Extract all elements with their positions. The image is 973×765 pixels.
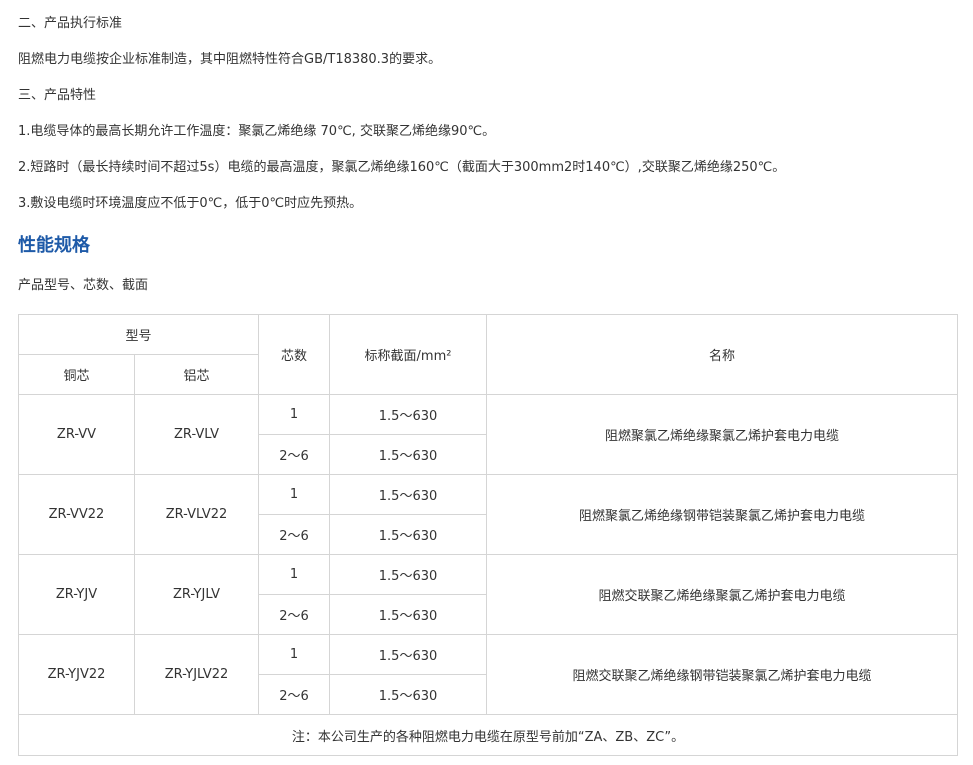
cores-cell: 2～6 [258, 674, 331, 715]
section-cell: 1.5～630 [329, 634, 488, 675]
section-heading-standards: 二、产品执行标准 [18, 16, 123, 31]
spec-table: 型号 芯数 标称截面/mm² 名称 铜芯 铝芯 ZR-VV ZR-VLV 1 1… [17, 314, 959, 756]
header-aluminum: 铝芯 [133, 354, 260, 395]
aluminum-model: ZR-YJLV [133, 554, 260, 635]
cores-cell: 1 [258, 474, 331, 515]
header-model: 型号 [17, 314, 260, 355]
aluminum-model: ZR-YJLV22 [133, 634, 260, 715]
section-cell: 1.5～630 [329, 674, 488, 715]
copper-model: ZR-VV [18, 394, 135, 475]
section-cell: 1.5～630 [329, 434, 488, 475]
cores-cell: 1 [258, 394, 331, 435]
product-name: 阻燃交联聚乙烯绝缘聚氯乙烯护套电力电缆 [486, 554, 959, 635]
product-name: 阻燃聚氯乙烯绝缘钢带铠装聚氯乙烯护套电力电缆 [486, 474, 959, 555]
section-cell: 1.5～630 [329, 474, 488, 515]
aluminum-model: ZR-VLV [133, 394, 260, 475]
section-cell: 1.5～630 [329, 594, 488, 635]
header-cores: 芯数 [258, 314, 331, 395]
product-name: 阻燃聚氯乙烯绝缘聚氯乙烯护套电力电缆 [486, 394, 959, 475]
header-section: 标称截面/mm² [329, 314, 488, 395]
table-header-row: 型号 芯数 标称截面/mm² 名称 [17, 314, 959, 395]
table-intro: 产品型号、芯数、截面 [18, 278, 149, 293]
table-row: ZR-YJV ZR-YJLV 1 1.5～630 阻燃交联聚乙烯绝缘聚氯乙烯护套… [18, 554, 959, 635]
standards-text: 阻燃电力电缆按企业标准制造，其中阻燃特性符合GB/T18380.3的要求。 [18, 52, 442, 67]
table-row: ZR-VV ZR-VLV 1 1.5～630 阻燃聚氯乙烯绝缘聚氯乙烯护套电力电… [18, 394, 959, 475]
section-title: 性能规格 [18, 235, 90, 256]
table-note: 注：本公司生产的各种阻燃电力电缆在原型号前加“ZA、ZB、ZC”。 [17, 714, 959, 756]
copper-model: ZR-YJV [18, 554, 135, 635]
cores-cell: 1 [258, 554, 331, 595]
feature-item-1: 1.电缆导体的最高长期允许工作温度：聚氯乙烯绝缘 70℃, 交联聚乙烯绝缘90℃… [18, 124, 496, 139]
table-note-row: 注：本公司生产的各种阻燃电力电缆在原型号前加“ZA、ZB、ZC”。 [17, 714, 959, 756]
table-row: ZR-VV22 ZR-VLV22 1 1.5～630 阻燃聚氯乙烯绝缘钢带铠装聚… [18, 474, 959, 555]
header-name: 名称 [486, 314, 959, 395]
cores-cell: 2～6 [258, 434, 331, 475]
section-cell: 1.5～630 [329, 514, 488, 555]
cores-cell: 2～6 [258, 594, 331, 635]
section-heading-features: 三、产品特性 [18, 88, 97, 103]
cores-cell: 1 [258, 634, 331, 675]
product-name: 阻燃交联聚乙烯绝缘钢带铠装聚氯乙烯护套电力电缆 [486, 634, 959, 715]
cores-cell: 2～6 [258, 514, 331, 555]
table-row: ZR-YJV22 ZR-YJLV22 1 1.5～630 阻燃交联聚乙烯绝缘钢带… [18, 634, 959, 715]
feature-item-2: 2.短路时（最长持续时间不超过5s）电缆的最高温度，聚氯乙烯绝缘160℃（截面大… [18, 160, 786, 175]
copper-model: ZR-VV22 [18, 474, 135, 555]
feature-item-3: 3.敷设电缆时环境温度应不低于0℃，低于0℃时应先预热。 [18, 196, 363, 211]
aluminum-model: ZR-VLV22 [133, 474, 260, 555]
header-copper: 铜芯 [18, 354, 135, 395]
copper-model: ZR-YJV22 [18, 634, 135, 715]
section-cell: 1.5～630 [329, 394, 488, 435]
section-cell: 1.5～630 [329, 554, 488, 595]
